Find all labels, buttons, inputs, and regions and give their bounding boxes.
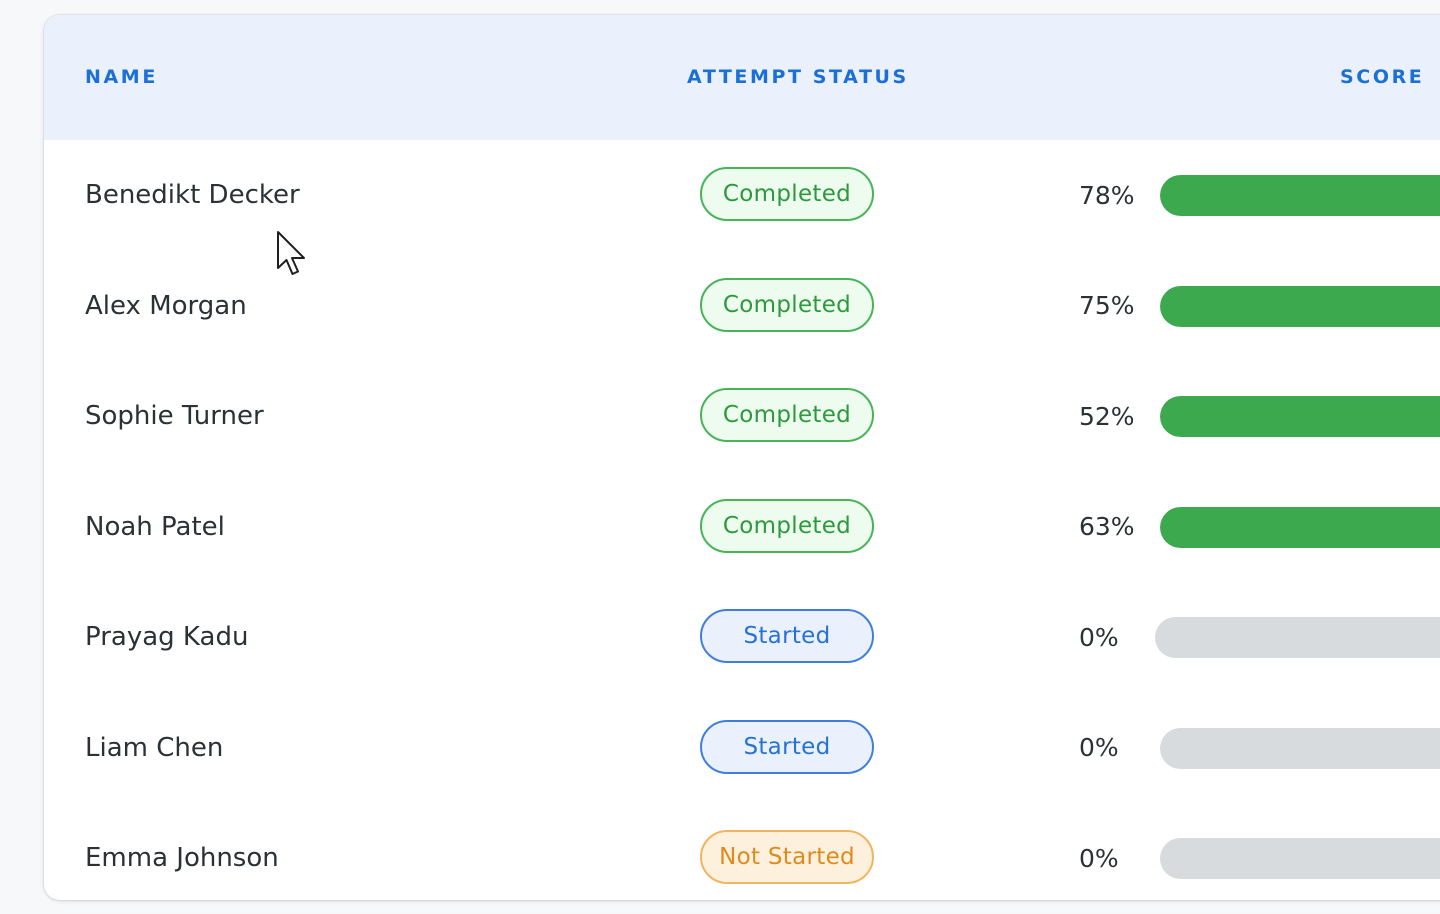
student-name: Liam Chen [85,732,224,763]
table-header: NAME ATTEMPT STATUS SCORE [44,15,1440,140]
column-header-score[interactable]: SCORE [1340,66,1424,88]
score-progress-bar [1160,727,1440,769]
table-row[interactable]: Emma Johnson Not Started 0% [44,803,1440,900]
table-row[interactable]: Prayag Kadu Started 0% [44,582,1440,692]
student-name: Alex Morgan [85,290,247,321]
score-progress-fill [1160,506,1440,548]
table-row[interactable]: Noah Patel Completed 63% [44,472,1440,582]
score-progress-fill [1160,396,1440,437]
score-progress-bar [1155,617,1440,658]
student-name: Benedikt Decker [85,180,300,210]
status-badge: Completed [700,388,874,442]
score-percentage: 52% [1079,401,1135,431]
score-progress-bar [1160,285,1440,327]
student-name: Emma Johnson [85,843,279,873]
score-progress-bar [1160,506,1440,548]
score-percentage: 0% [1079,843,1119,873]
column-header-attempt-status[interactable]: ATTEMPT STATUS [687,66,909,88]
score-progress-bar [1160,838,1440,879]
score-progress-fill [1160,175,1440,216]
student-name: Prayag Kadu [85,622,249,652]
table-row[interactable]: Alex Morgan Completed 75% [44,251,1440,361]
score-percentage: 75% [1079,291,1135,320]
table-row[interactable]: Benedikt Decker Completed 78% [44,140,1440,250]
score-percentage: 78% [1079,180,1135,210]
score-progress-fill [1160,285,1440,327]
status-badge: Started [700,719,874,774]
student-name: Noah Patel [85,511,225,542]
student-name: Sophie Turner [85,401,264,431]
score-percentage: 0% [1079,733,1119,762]
status-badge: Started [700,609,874,663]
status-badge: Completed [700,498,874,553]
results-card: NAME ATTEMPT STATUS SCORE Benedikt Decke… [44,15,1440,900]
status-badge: Completed [700,167,874,221]
status-badge: Not Started [700,830,874,884]
table-row[interactable]: Sophie Turner Completed 52% [44,361,1440,471]
score-progress-bar [1160,175,1440,216]
column-header-name[interactable]: NAME [85,66,158,88]
score-percentage: 0% [1079,622,1119,652]
table-row[interactable]: Liam Chen Started 0% [44,693,1440,803]
score-percentage: 63% [1079,512,1135,541]
status-badge: Completed [700,277,874,332]
score-progress-bar [1160,396,1440,437]
